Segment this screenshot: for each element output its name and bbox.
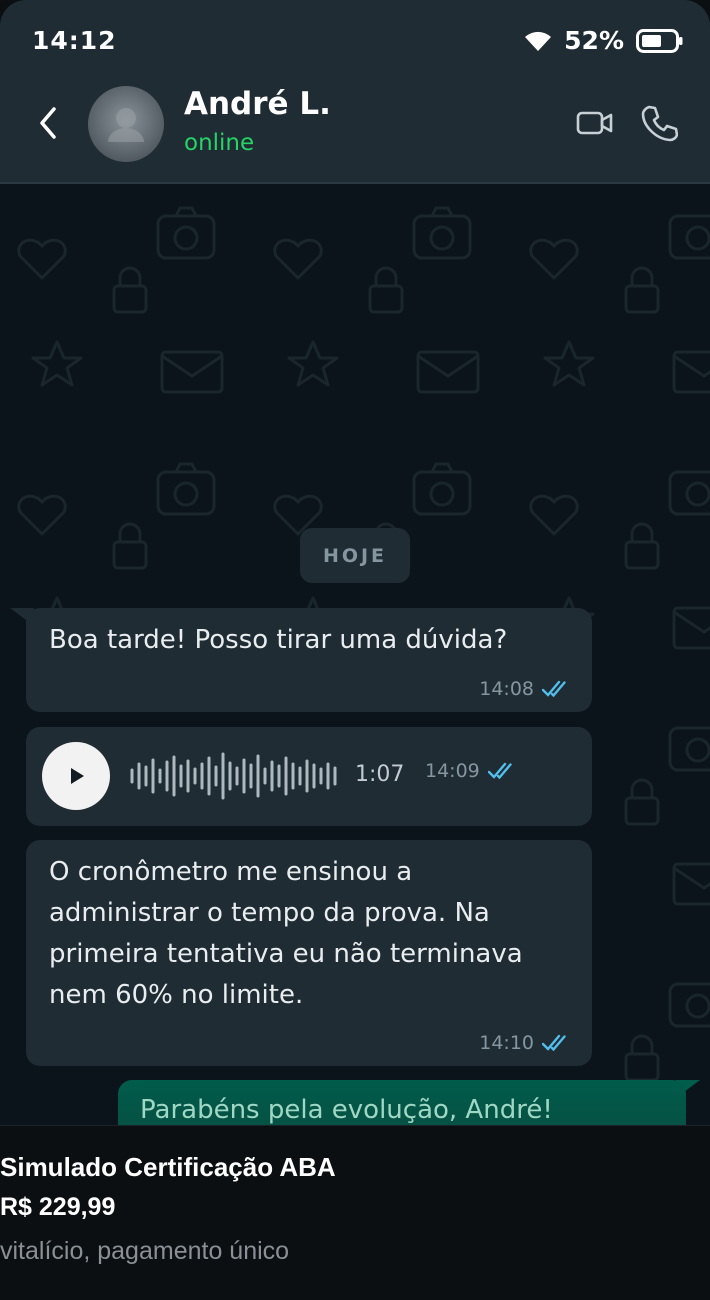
contact-status: online <box>184 130 255 156</box>
message-bubble-outgoing[interactable]: Parabéns pela evolução, André! <box>118 1080 686 1125</box>
chat-screen: 14:12 52% André L. online HOJE Boa tarde… <box>0 0 710 1125</box>
status-time: 14:12 <box>32 26 117 55</box>
chat-header: 14:12 52% André L. online <box>0 0 710 184</box>
message-time: 14:08 <box>479 678 534 700</box>
battery-icon <box>636 28 683 53</box>
battery-percent: 52% <box>564 26 624 55</box>
date-separator: HOJE <box>300 528 410 583</box>
phone-call-icon[interactable] <box>640 104 678 142</box>
video-call-icon[interactable] <box>576 106 614 140</box>
wifi-icon <box>525 31 552 51</box>
back-icon[interactable] <box>30 103 66 143</box>
message-bubble-incoming[interactable]: Boa tarde! Posso tirar uma dúvida? 14:08 <box>26 608 592 712</box>
double-check-icon <box>542 1034 566 1052</box>
message-text: O cronômetro me ensinou a administrar o … <box>49 857 523 1010</box>
product-title: Simulado Certificação ABA <box>0 1152 336 1182</box>
message-meta: 14:09 <box>425 760 518 782</box>
double-check-icon <box>487 762 512 780</box>
audio-waveform[interactable] <box>130 752 340 800</box>
message-text: Parabéns pela evolução, André! <box>140 1095 553 1125</box>
message-meta: 14:10 <box>479 1032 572 1054</box>
message-meta: 14:08 <box>479 678 572 700</box>
play-icon <box>71 768 84 784</box>
avatar-silhouette-icon <box>108 108 144 142</box>
contact-name[interactable]: André L. <box>184 86 331 122</box>
avatar[interactable] <box>88 86 164 162</box>
double-check-icon <box>542 680 566 698</box>
audio-duration: 1:07 <box>355 762 405 787</box>
product-price: R$ 229,99 <box>0 1193 116 1221</box>
status-indicators: 52% <box>524 26 684 55</box>
message-time: 14:10 <box>479 1032 534 1054</box>
message-time: 14:09 <box>425 760 480 782</box>
message-text: Boa tarde! Posso tirar uma dúvida? <box>49 625 508 655</box>
product-terms: vitalício, pagamento único <box>0 1237 290 1265</box>
message-bubble-incoming[interactable]: O cronômetro me ensinou a administrar o … <box>26 840 592 1066</box>
play-button[interactable] <box>42 742 110 810</box>
